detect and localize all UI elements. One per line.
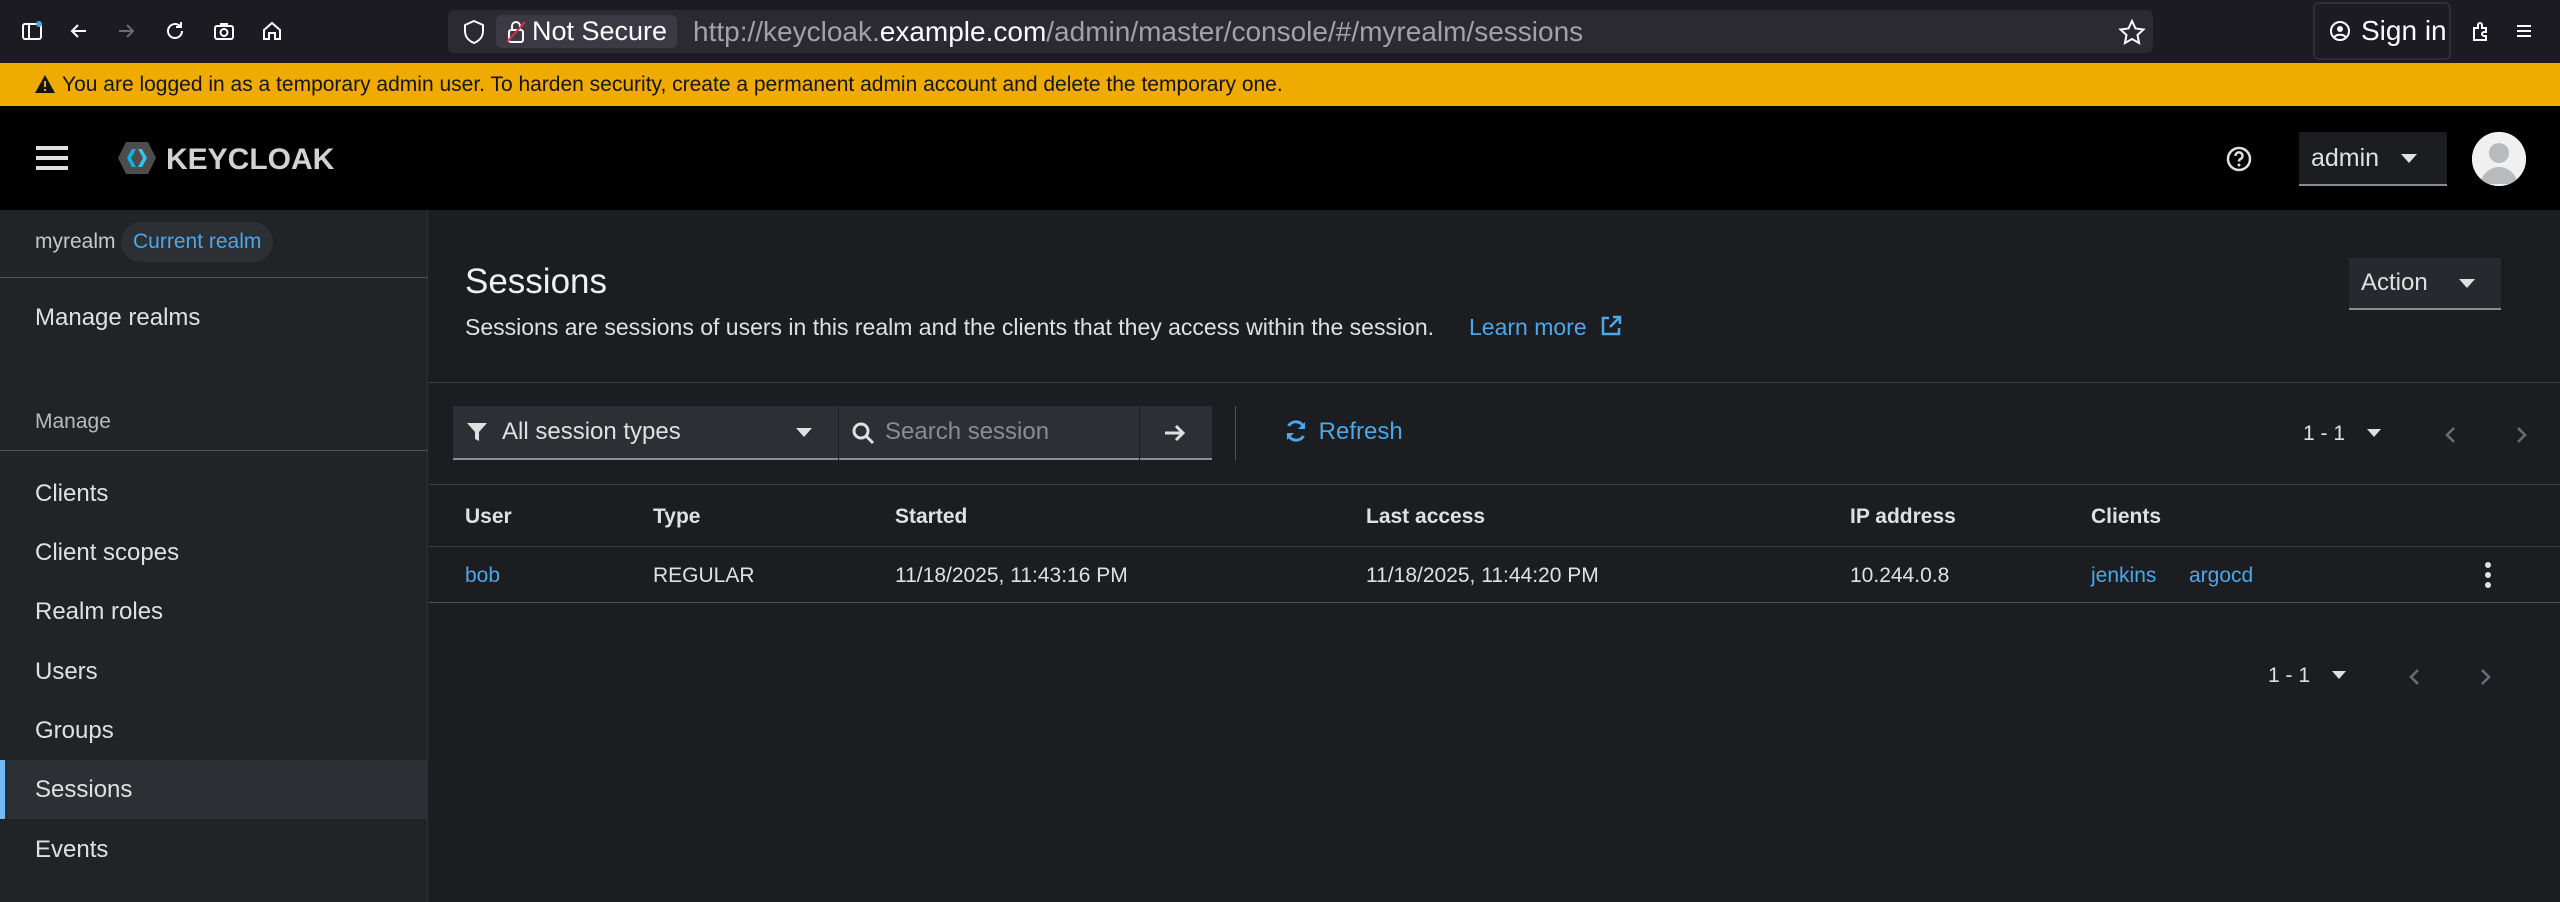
sidebar-item-clients[interactable]: Clients (0, 464, 428, 523)
keycloak-logo[interactable]: KEYCLOAK (112, 136, 342, 180)
refresh-button[interactable]: Refresh (1284, 418, 1403, 446)
learn-more-link[interactable]: Learn more (1469, 314, 1623, 341)
action-label: Action (2361, 269, 2428, 296)
sidebar-nav: myrealm Current realm Manage realms Mana… (0, 210, 428, 902)
client-link-argocd[interactable]: argocd (2189, 564, 2253, 588)
warning-text: You are logged in as a temporary admin u… (62, 73, 1283, 96)
column-header-last-access[interactable]: Last access (1366, 505, 1485, 529)
page-description: Sessions are sessions of users in this r… (465, 314, 1435, 340)
sign-in-label: Sign in (2361, 15, 2447, 46)
kebab-menu-icon[interactable] (2481, 559, 2495, 591)
caret-down-icon (2367, 429, 2382, 437)
masthead: KEYCLOAK admin (0, 106, 2560, 210)
table-row: bob REGULAR 11/18/2025, 11:43:16 PM 11/1… (429, 546, 2560, 603)
session-type-filter[interactable]: All session types (453, 406, 838, 460)
started-time: 11/18/2025, 11:43:16 PM (895, 564, 1128, 587)
pagination-text: 1 - 1 (2303, 422, 2346, 445)
pagination-toggle-bottom[interactable]: 1 - 1 (2268, 664, 2347, 688)
url-domain: example.com (879, 16, 1047, 47)
address-bar[interactable]: Not Secure http://keycloak.example.com/a… (448, 10, 2153, 53)
home-icon[interactable] (257, 16, 287, 46)
url-prefix: http://keycloak. (693, 16, 880, 47)
header-divider (429, 382, 2560, 383)
screenshot-icon[interactable] (209, 16, 239, 46)
logo-text: KEYCLOAK (166, 143, 335, 176)
manage-section-label: Manage (35, 410, 111, 433)
search-icon (852, 422, 875, 445)
last-access-time: 11/18/2025, 11:44:20 PM (1366, 564, 1599, 587)
next-page-icon[interactable] (2511, 423, 2531, 447)
shield-icon[interactable] (462, 19, 486, 45)
filter-icon (467, 423, 487, 441)
column-header-type[interactable]: Type (653, 505, 700, 529)
prev-page-icon[interactable] (2441, 423, 2461, 447)
search-submit-button[interactable] (1140, 406, 1212, 460)
session-type-label: All session types (502, 418, 681, 445)
user-link[interactable]: bob (465, 564, 500, 588)
insecure-lock-icon (506, 21, 526, 43)
main-content: Sessions Sessions are sessions of users … (429, 210, 2560, 902)
caret-down-icon (2332, 671, 2347, 679)
external-link-icon (1601, 315, 1622, 336)
url-text[interactable]: http://keycloak.example.com/admin/master… (693, 10, 1583, 53)
caret-down-icon (2401, 154, 2417, 163)
column-header-user[interactable]: User (465, 505, 512, 529)
account-icon (2330, 21, 2350, 41)
action-dropdown[interactable]: Action (2349, 258, 2501, 310)
sidebar-item-sessions[interactable]: Sessions (0, 760, 428, 819)
section-divider (0, 450, 428, 451)
column-header-clients[interactable]: Clients (2091, 505, 2161, 529)
toolbar-separator (1235, 406, 1236, 460)
hamburger-menu-icon[interactable] (34, 140, 70, 176)
refresh-icon (1286, 420, 1306, 442)
prev-page-icon[interactable] (2405, 665, 2425, 689)
url-path: /admin/master/console/#/myrealm/sessions (1046, 16, 1584, 47)
sidebar-toggle-icon[interactable] (17, 16, 47, 46)
sidebar-item-users[interactable]: Users (0, 642, 428, 701)
sidebar-item-groups[interactable]: Groups (0, 701, 428, 760)
ip-address: 10.244.0.8 (1850, 564, 1950, 587)
caret-down-icon (2459, 279, 2475, 288)
manage-realms-link[interactable]: Manage realms (35, 304, 200, 332)
session-type: REGULAR (653, 564, 755, 587)
keycloak-logo-mark: KEYCLOAK (118, 142, 335, 176)
search-input[interactable] (885, 406, 1129, 458)
forward-icon[interactable] (111, 16, 141, 46)
refresh-label: Refresh (1318, 418, 1403, 445)
client-link-jenkins[interactable]: jenkins (2091, 564, 2156, 588)
user-menu-dropdown[interactable]: admin (2299, 132, 2447, 186)
avatar-icon (2472, 132, 2526, 186)
extensions-icon[interactable] (2466, 16, 2496, 46)
realm-selector[interactable]: myrealm Current realm (0, 210, 428, 278)
sidebar-item-realm-roles[interactable]: Realm roles (0, 582, 428, 641)
temporary-admin-warning: You are logged in as a temporary admin u… (0, 63, 2560, 106)
sidebar-item-client-scopes[interactable]: Client scopes (0, 523, 428, 582)
avatar[interactable] (2472, 132, 2526, 186)
reload-icon[interactable] (160, 16, 190, 46)
current-realm-badge: Current realm (121, 222, 274, 262)
toolbar-divider (429, 484, 2560, 485)
column-header-started[interactable]: Started (895, 505, 967, 529)
learn-more-label: Learn more (1469, 314, 1587, 340)
security-indicator[interactable]: Not Secure (496, 15, 678, 48)
caret-down-icon (796, 428, 812, 437)
user-menu-label: admin (2311, 144, 2380, 172)
arrow-right-icon (1165, 424, 1186, 442)
back-icon[interactable] (64, 16, 94, 46)
page-title: Sessions (465, 262, 608, 301)
security-label: Not Secure (532, 16, 668, 46)
warning-triangle-icon (35, 75, 55, 93)
search-field[interactable] (839, 406, 1139, 460)
sign-in-button[interactable]: Sign in (2313, 2, 2451, 60)
bookmark-star-icon[interactable] (2117, 18, 2147, 46)
sidebar-item-events[interactable]: Events (0, 820, 428, 879)
browser-toolbar: Not Secure http://keycloak.example.com/a… (0, 0, 2560, 63)
help-icon[interactable] (2224, 144, 2254, 174)
pagination-toggle-top[interactable]: 1 - 1 (2303, 422, 2382, 446)
pagination-text: 1 - 1 (2268, 664, 2311, 687)
menu-icon[interactable] (2509, 16, 2539, 46)
next-page-icon[interactable] (2475, 665, 2495, 689)
realm-name: myrealm (35, 230, 116, 253)
column-header-ip-address[interactable]: IP address (1850, 505, 1956, 529)
